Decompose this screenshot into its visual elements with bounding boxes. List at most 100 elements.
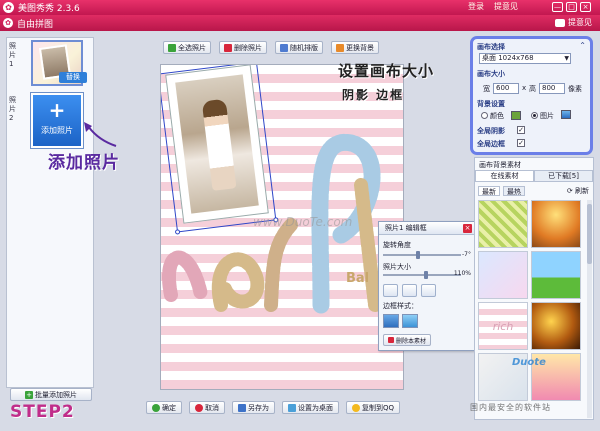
- border-style-1-button[interactable]: [383, 314, 399, 328]
- canvas-settings-panel: 画布选择 ⌃ 桌面 1024x768 ▼ 画布大小 宽 600 x 高 800 …: [470, 36, 593, 155]
- batch-add-photos-button[interactable]: + 批量添加照片: [10, 388, 92, 401]
- site-watermark-text: 国内最安全的软件站: [470, 403, 551, 412]
- material-tile[interactable]: [531, 200, 581, 248]
- width-label: 宽: [483, 85, 490, 93]
- annotation-canvas-size: 设置画布大小: [338, 62, 435, 80]
- materials-tabs: 在线素材 已下载[5]: [475, 170, 593, 182]
- bottom-action-bar: 确定 取消 另存为 设置为桌面 复制到QQ: [146, 401, 401, 414]
- canvas-height-input[interactable]: 800: [539, 83, 565, 94]
- cancel-button[interactable]: 取消: [189, 401, 225, 414]
- border-style-2-button[interactable]: [402, 314, 418, 328]
- times-label: x: [522, 84, 527, 92]
- unit-label: 像素: [568, 85, 582, 93]
- copy-to-qq-label: 复制到QQ: [362, 403, 395, 412]
- rotate-slider[interactable]: [383, 251, 461, 259]
- size-slider-knob[interactable]: [423, 271, 428, 279]
- collapse-icon[interactable]: ⌃: [579, 41, 586, 50]
- background-icon: [336, 43, 344, 52]
- canvas-width-input[interactable]: 600: [493, 83, 519, 94]
- rotate-slider-knob[interactable]: [416, 251, 421, 259]
- slot-label-1: 照片1: [9, 42, 16, 68]
- rotate-value: -7°: [462, 251, 471, 258]
- delete-material-label: 删除本素材: [396, 337, 427, 345]
- minimize-button[interactable]: —: [552, 2, 563, 12]
- qq-icon: [352, 403, 360, 412]
- select-all-button[interactable]: 全选照片: [163, 41, 211, 54]
- materials-scrollbar[interactable]: [587, 200, 592, 418]
- copy-photo-button[interactable]: [421, 284, 436, 297]
- login-link[interactable]: 登录: [468, 1, 484, 12]
- material-tile[interactable]: rich: [478, 302, 528, 350]
- random-layout-label: 随机排版: [290, 43, 318, 52]
- app-titlebar: ✿ 美图秀秀 2.3.6 登录 提意见 — □ ×: [0, 0, 600, 15]
- material-tile[interactable]: [478, 251, 528, 299]
- bg-color-label: 颜色: [490, 112, 504, 120]
- dialog-feedback-label: 提意见: [568, 18, 592, 27]
- material-tile[interactable]: [531, 302, 581, 350]
- color-swatch[interactable]: [511, 111, 521, 120]
- feedback-link[interactable]: 提意见: [494, 1, 518, 12]
- meitu-small-logo-icon: ✿: [3, 18, 13, 28]
- material-tile[interactable]: [531, 251, 581, 299]
- check-icon: [152, 403, 160, 412]
- replace-photo-button[interactable]: 替换: [59, 72, 87, 83]
- global-shadow-checkbox[interactable]: ✓: [517, 126, 525, 134]
- change-background-button[interactable]: 更换背景: [331, 41, 379, 54]
- canvas-size-heading: 画布大小: [477, 70, 505, 78]
- tab-downloaded[interactable]: 已下载[5]: [534, 170, 593, 182]
- refresh-label: 刷新: [575, 187, 589, 195]
- bg-image-label: 图片: [540, 112, 554, 120]
- photo-list-panel: 照片1 替换 照片2 + 添加照片: [6, 37, 94, 388]
- maximize-button[interactable]: □: [566, 2, 577, 12]
- select-all-label: 全选照片: [178, 43, 206, 52]
- bg-image-radio[interactable]: [531, 112, 538, 119]
- save-icon: [238, 403, 246, 412]
- ok-button[interactable]: 确定: [146, 401, 182, 414]
- photo-thumbnail-1[interactable]: 替换: [31, 40, 87, 86]
- app-menu: 登录 提意见: [468, 1, 518, 12]
- sort-hot-tab[interactable]: 最热: [503, 186, 525, 196]
- global-border-checkbox[interactable]: ✓: [517, 139, 525, 147]
- close-icon[interactable]: ×: [463, 224, 472, 233]
- annotation-shadow-border: 阴影 边框: [342, 88, 405, 102]
- tab-online[interactable]: 在线素材: [475, 170, 534, 182]
- set-wallpaper-label: 设置为桌面: [298, 403, 333, 412]
- set-wallpaper-button[interactable]: 设置为桌面: [282, 401, 339, 414]
- refresh-button[interactable]: ⟳ 刷新: [567, 186, 589, 196]
- check-icon: [168, 43, 176, 52]
- size-slider[interactable]: [383, 271, 461, 279]
- size-label: 照片大小: [383, 263, 411, 271]
- delete-photo-button[interactable]: 删除照片: [219, 41, 267, 54]
- global-border-label: 全局边框: [477, 140, 505, 148]
- cancel-icon: [195, 403, 203, 412]
- material-tile[interactable]: [478, 200, 528, 248]
- canvas-preset-select[interactable]: 桌面 1024x768 ▼: [479, 53, 571, 64]
- selection-box[interactable]: [161, 65, 279, 235]
- bg-color-radio[interactable]: [481, 112, 488, 119]
- copy-to-qq-button[interactable]: 复制到QQ: [346, 401, 401, 414]
- random-layout-button[interactable]: 随机排版: [275, 41, 323, 54]
- add-photo-button[interactable]: + 添加照片: [31, 93, 83, 148]
- photo-edit-title: 照片1 编辑框: [385, 224, 427, 232]
- background-materials-panel: 画布背景素材 在线素材 已下载[5] 最新 最热 ⟳ 刷新 rich: [474, 157, 594, 420]
- canvas-toolbar: 全选照片 删除照片 随机排版 更换背景: [163, 41, 379, 54]
- flip-horizontal-button[interactable]: [383, 284, 398, 297]
- slot-label-2: 照片2: [9, 96, 16, 122]
- meitu-logo-icon: ✿: [3, 2, 14, 13]
- chevron-down-icon: ▼: [564, 55, 569, 62]
- image-picker-icon[interactable]: [561, 110, 571, 119]
- step-label: STEP2: [10, 402, 75, 422]
- rotate-label: 旋转角度: [383, 241, 411, 249]
- materials-title: 画布背景素材: [479, 161, 521, 169]
- canvas-watermark: www.DuoTe.com: [253, 215, 353, 229]
- dialog-feedback-button[interactable]: 提意见: [555, 17, 592, 28]
- collage-canvas[interactable]: www.DuoTe.com Bal: [160, 64, 404, 390]
- layout-icon: [280, 43, 288, 52]
- materials-scroll-thumb[interactable]: [587, 204, 592, 264]
- flip-vertical-button[interactable]: [402, 284, 417, 297]
- delete-material-button[interactable]: 删除本素材: [383, 334, 432, 346]
- sort-new-tab[interactable]: 最新: [478, 186, 500, 196]
- close-button[interactable]: ×: [580, 2, 591, 12]
- save-as-button[interactable]: 另存为: [232, 401, 275, 414]
- cancel-label: 取消: [205, 403, 219, 412]
